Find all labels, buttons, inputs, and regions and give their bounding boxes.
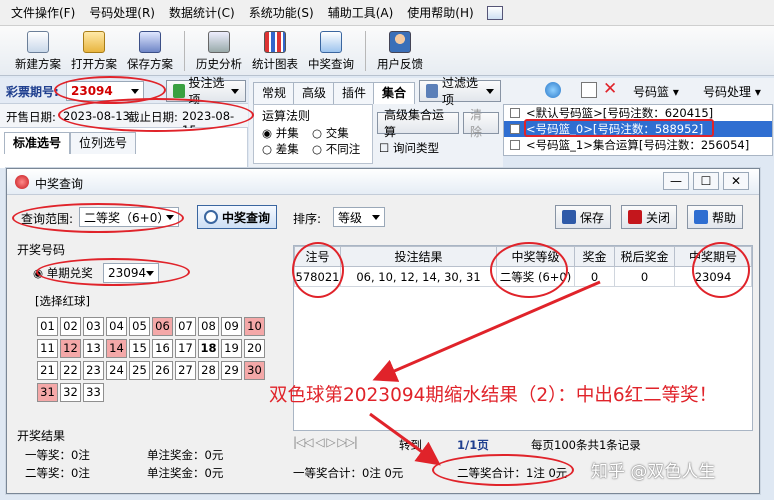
- arrow-to-total: [369, 412, 441, 466]
- annotation-arrows: [369, 280, 601, 466]
- arrow-to-table: [372, 280, 601, 382]
